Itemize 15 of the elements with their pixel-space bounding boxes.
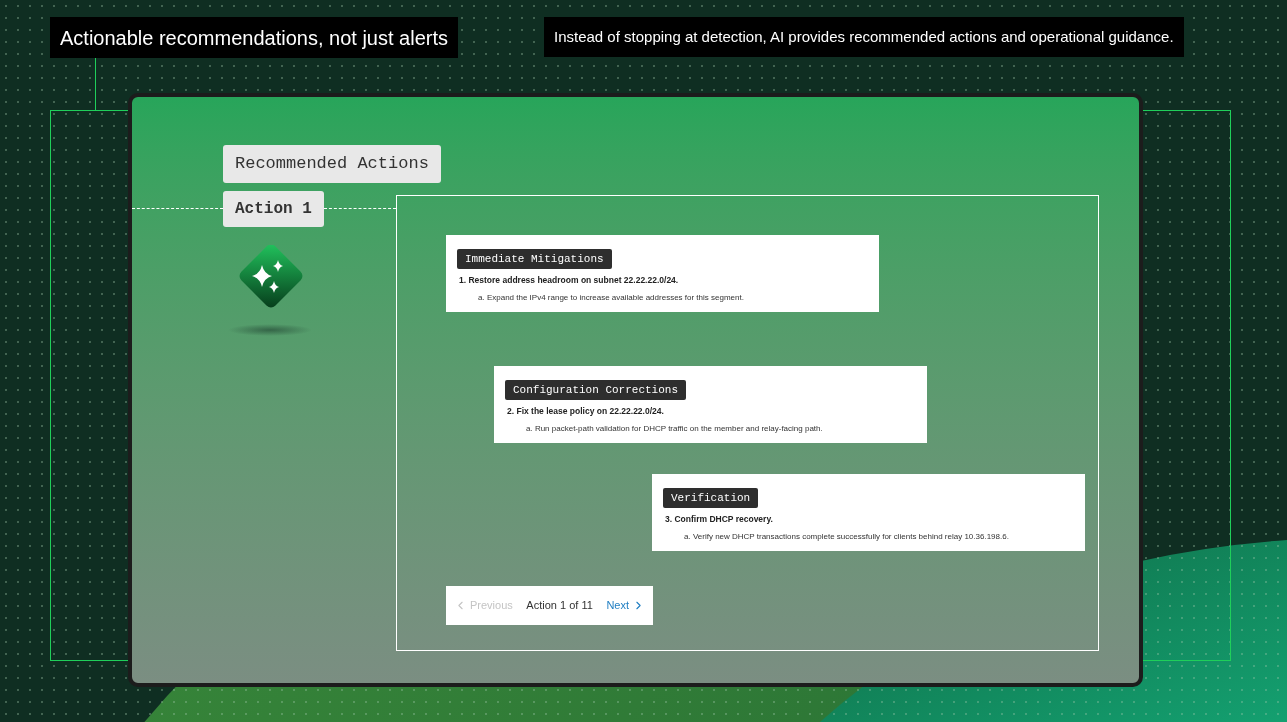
step-detail: a. Expand the IPv4 range to increase available addresses for this segment. xyxy=(478,291,745,304)
category-tag: Configuration Corrections xyxy=(505,379,687,400)
category-tag: Verification xyxy=(663,487,759,508)
category-tag: Immediate Mitigations xyxy=(457,248,612,269)
step-detail: a. Run packet-path validation for DHCP traffic on the member and relay-facing path. xyxy=(526,422,824,435)
section-heading: Recommended Actions xyxy=(223,145,441,183)
description-callout: Instead of stopping at detection, AI provides recommended actions and operational guidance. xyxy=(544,17,1184,57)
next-button[interactable]: Next xyxy=(606,596,645,614)
step-title: 2. Fix the lease policy on 22.22.22.0/24. xyxy=(507,405,665,418)
action-label: Action 1 xyxy=(223,190,324,227)
step-detail: a. Verify new DHCP transactions complete successfully for clients behind relay 10.36.198.6. xyxy=(684,530,1010,543)
step-title: 1. Restore address headroom on subnet 22.22.22.0/24. xyxy=(459,274,680,287)
step-title: 3. Confirm DHCP recovery. xyxy=(665,513,774,526)
page-status: Action 1 of 11 xyxy=(526,597,593,613)
headline-callout: Actionable recommendations, not just alerts xyxy=(50,17,458,58)
